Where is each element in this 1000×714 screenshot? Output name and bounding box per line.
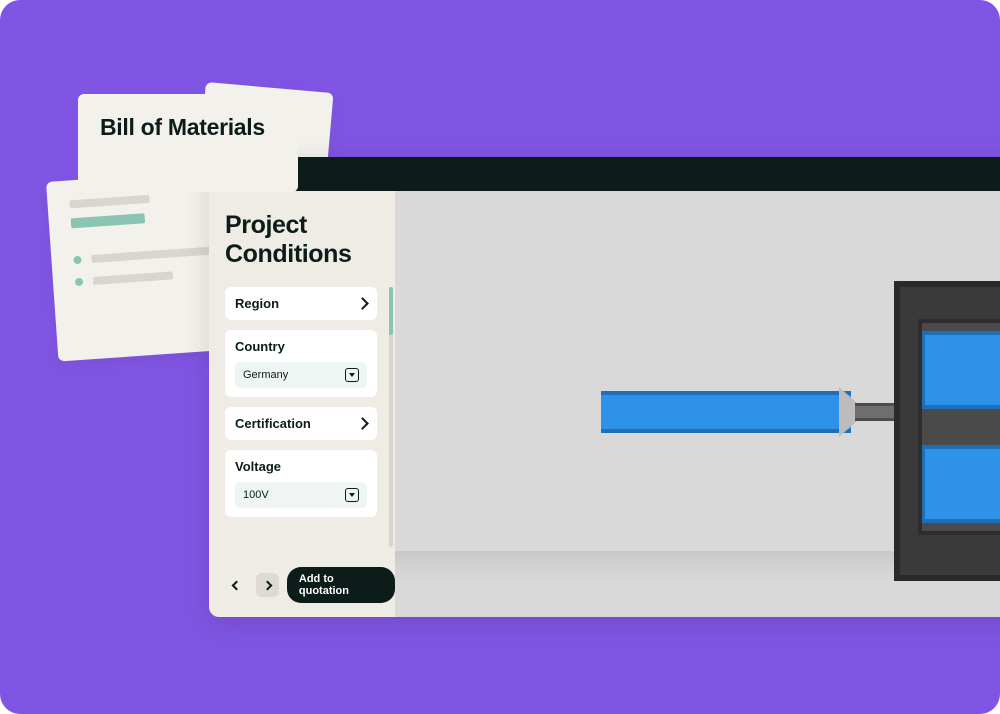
titlebar: elfsquad <box>209 157 1000 191</box>
placeholder-line <box>71 213 146 228</box>
placeholder-line <box>69 195 149 209</box>
section-label: Country <box>235 339 285 354</box>
machine-part <box>894 281 1000 581</box>
chevron-right-icon <box>356 297 369 310</box>
section-region[interactable]: Region <box>225 287 377 320</box>
chevron-right-icon <box>356 417 369 430</box>
machine-part <box>601 391 851 433</box>
section-label: Certification <box>235 416 311 431</box>
voltage-select[interactable]: 100V <box>235 482 367 508</box>
chevron-right-icon <box>262 580 272 590</box>
prev-button[interactable] <box>225 573 248 597</box>
chevron-left-icon <box>232 580 242 590</box>
bullet-icon <box>75 278 84 287</box>
scrollbar[interactable] <box>389 287 393 547</box>
dropdown-icon <box>345 488 359 502</box>
section-certification[interactable]: Certification <box>225 407 377 440</box>
next-button[interactable] <box>256 573 279 597</box>
section-label: Region <box>235 296 279 311</box>
select-value: Germany <box>243 369 288 381</box>
bom-title: Bill of Materials <box>100 114 276 141</box>
add-to-quotation-button[interactable]: Add to quotation <box>287 567 395 603</box>
page-title: Project Conditions <box>225 211 395 269</box>
section-country: Country Germany <box>225 330 377 397</box>
section-label: Voltage <box>235 459 281 474</box>
app-window: elfsquad Project Conditions Region <box>209 157 1000 617</box>
sidebar: Project Conditions Region Country <box>209 191 395 617</box>
section-voltage: Voltage 100V <box>225 450 377 517</box>
dropdown-icon <box>345 368 359 382</box>
placeholder-line <box>93 271 173 285</box>
bullet-icon <box>73 256 82 265</box>
bom-card: Bill of Materials <box>78 94 298 192</box>
3d-viewport[interactable] <box>395 191 1000 617</box>
country-select[interactable]: Germany <box>235 362 367 388</box>
select-value: 100V <box>243 489 269 501</box>
